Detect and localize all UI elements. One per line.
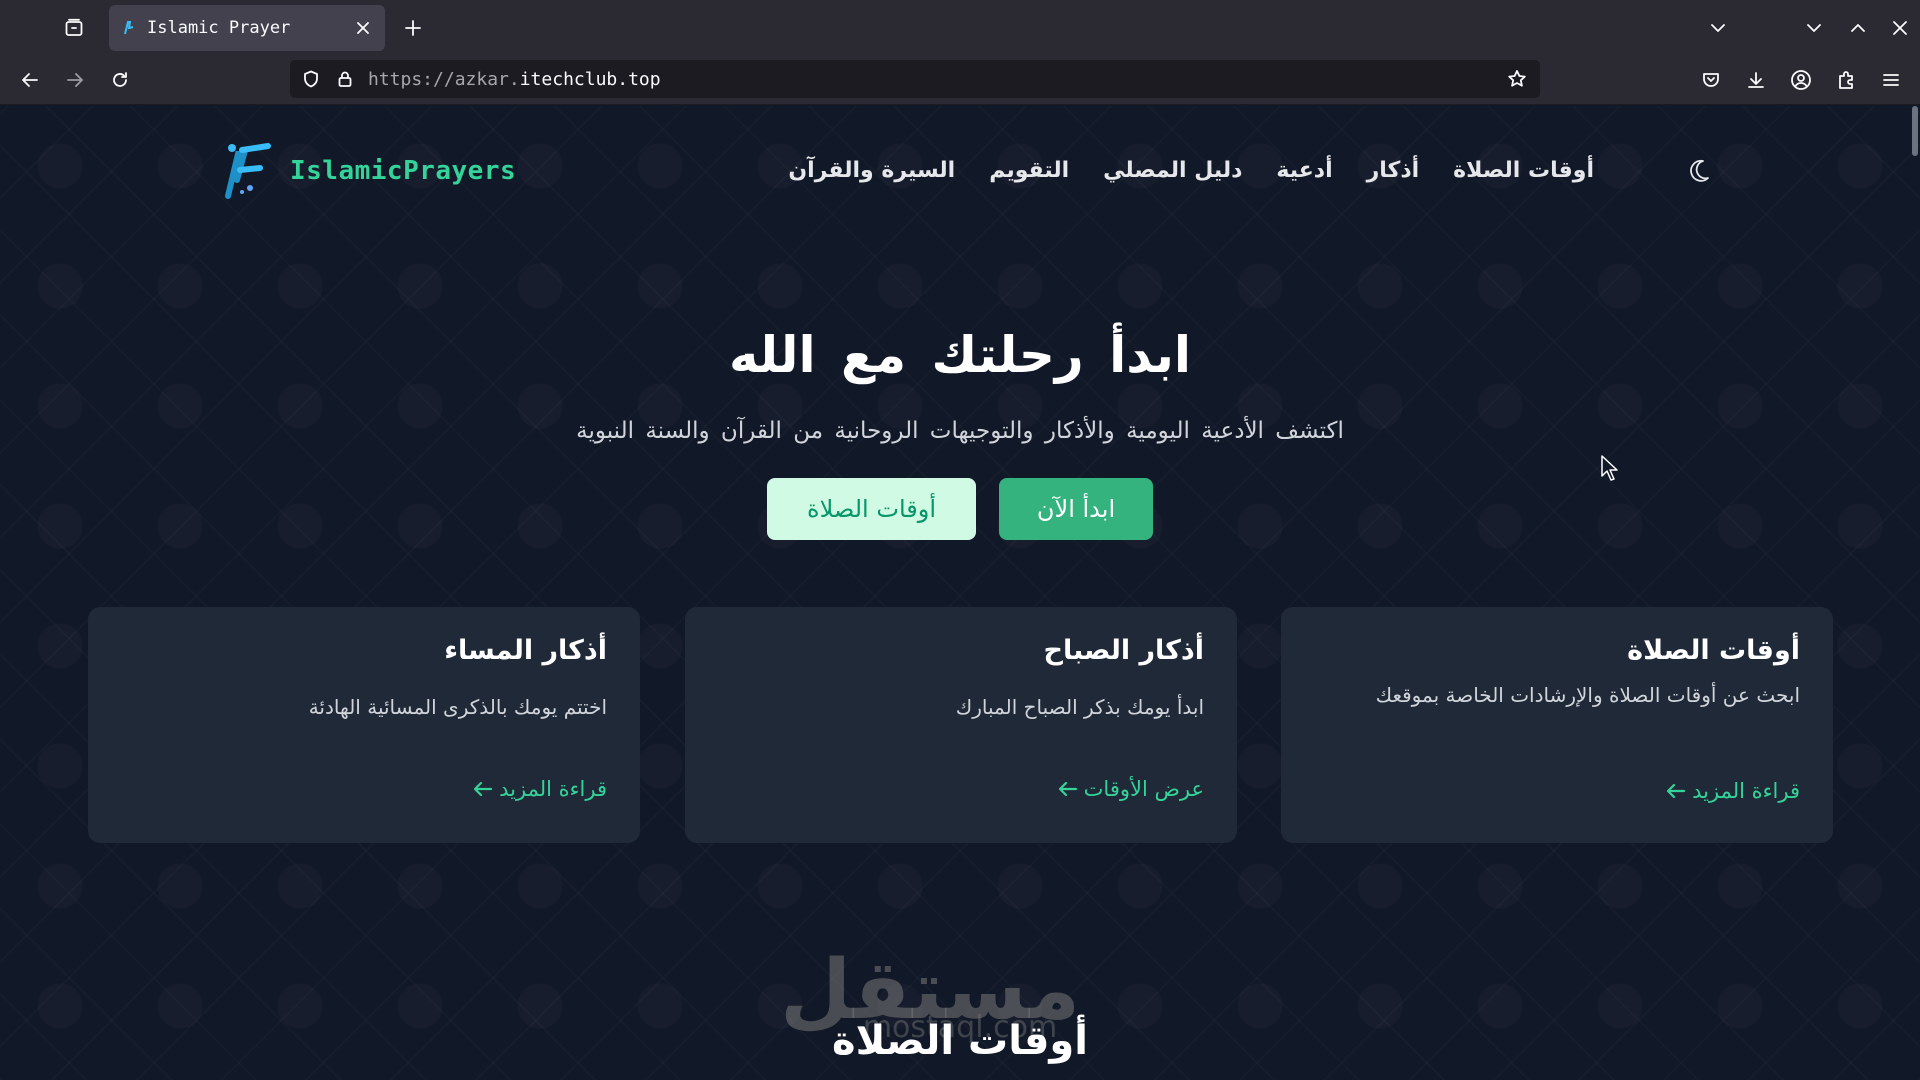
site-header: IslamicPrayers السيرة والقرآن التقويم دل…: [0, 106, 1900, 216]
close-window-icon[interactable]: [1885, 13, 1915, 43]
nav-item-prayer-guide[interactable]: دليل المصلي: [1103, 158, 1242, 183]
moon-icon[interactable]: [1684, 156, 1714, 186]
mouse-cursor-icon: [1601, 455, 1618, 481]
browser-nav-bar: https://azkar.itechclub.top: [0, 55, 1920, 105]
url-domain: itechclub.top: [519, 68, 661, 90]
section-title: أوقات الصلاة: [831, 1018, 1089, 1064]
start-now-button[interactable]: ابدأ الآن: [999, 478, 1153, 540]
back-arrow-icon[interactable]: [15, 65, 45, 95]
link-label: عرض الأوقات: [1083, 777, 1204, 801]
browser-tab-bar: Islamic Prayer: [0, 0, 1920, 55]
page-scrollbar[interactable]: [1912, 106, 1918, 156]
url-text[interactable]: https://azkar.itechclub.top: [368, 69, 1502, 90]
card-description: ابحث عن أوقات الصلاة والإرشادات الخاصة ب…: [1375, 683, 1800, 707]
nav-item-duas[interactable]: أدعية: [1276, 158, 1332, 183]
prayer-times-button[interactable]: أوقات الصلاة: [767, 478, 976, 540]
card-evening-azkar[interactable]: أذكار المساء اختتم يومك بالذكرى المسائية…: [88, 607, 640, 843]
browser-tab[interactable]: Islamic Prayer: [109, 5, 385, 51]
site-logo[interactable]: IslamicPrayers: [220, 140, 516, 202]
read-more-link[interactable]: قراءة المزيد: [1666, 779, 1800, 803]
address-bar[interactable]: https://azkar.itechclub.top: [290, 60, 1540, 98]
nav-item-azkar[interactable]: أذكار: [1367, 158, 1420, 183]
tab-favicon-icon: [124, 21, 134, 35]
close-icon[interactable]: [353, 18, 373, 38]
hero-subtitle: اكتشف الأدعية اليومية والأذكار والتوجيها…: [576, 418, 1344, 444]
logo-mark-icon: [225, 143, 271, 199]
arrow-left-icon: [474, 781, 493, 797]
arrow-left-icon: [1667, 783, 1686, 799]
nav-item-seerah[interactable]: السيرة والقرآن: [788, 158, 955, 183]
extensions-icon[interactable]: [1831, 65, 1861, 95]
star-icon[interactable]: [1502, 64, 1532, 94]
brand-name[interactable]: IslamicPrayers: [290, 156, 516, 186]
menu-icon[interactable]: [1876, 65, 1906, 95]
card-title: أذكار المساء: [444, 635, 607, 666]
download-icon[interactable]: [1741, 65, 1771, 95]
link-label: قراءة المزيد: [499, 777, 607, 801]
lock-icon[interactable]: [332, 66, 358, 92]
nav-item-calendar[interactable]: التقويم: [989, 158, 1069, 183]
tab-title: Islamic Prayer: [147, 18, 291, 38]
card-description: ابدأ يومك بذكر الصباح المبارك: [955, 695, 1204, 719]
chevron-down-icon[interactable]: [1703, 13, 1733, 43]
card-prayer-times[interactable]: أوقات الصلاة ابحث عن أوقات الصلاة والإرش…: [1281, 607, 1833, 843]
nav-item-prayer-times[interactable]: أوقات الصلاة: [1453, 158, 1594, 183]
maximize-icon[interactable]: [1843, 13, 1873, 43]
hero-section: ابدأ رحلتك مع الله اكتشف الأدعية اليومية…: [0, 326, 1920, 444]
main-nav: السيرة والقرآن التقويم دليل المصلي أدعية…: [788, 158, 1594, 183]
reload-icon[interactable]: [105, 65, 135, 95]
card-title: أذكار الصباح: [1043, 635, 1204, 666]
card-morning-azkar[interactable]: أذكار الصباح ابدأ يومك بذكر الصباح المبا…: [685, 607, 1237, 843]
url-scheme: https://azkar.: [368, 68, 520, 90]
view-times-link[interactable]: عرض الأوقات: [1058, 777, 1204, 801]
shield-icon[interactable]: [298, 66, 324, 92]
arrow-left-icon: [1058, 781, 1077, 797]
minimize-icon[interactable]: [1799, 13, 1829, 43]
plus-icon[interactable]: [398, 13, 428, 43]
pocket-icon[interactable]: [1696, 65, 1726, 95]
forward-arrow-icon[interactable]: [60, 65, 90, 95]
link-label: قراءة المزيد: [1692, 779, 1800, 803]
tab-list-icon[interactable]: [58, 14, 90, 42]
account-icon[interactable]: [1786, 65, 1816, 95]
card-title: أوقات الصلاة: [1627, 635, 1800, 666]
hero-title: ابدأ رحلتك مع الله: [728, 326, 1192, 384]
card-description: اختتم يومك بالذكرى المسائية الهادئة: [308, 695, 607, 719]
read-more-link[interactable]: قراءة المزيد: [473, 777, 607, 801]
web-page: IslamicPrayers السيرة والقرآن التقويم دل…: [0, 106, 1920, 1080]
